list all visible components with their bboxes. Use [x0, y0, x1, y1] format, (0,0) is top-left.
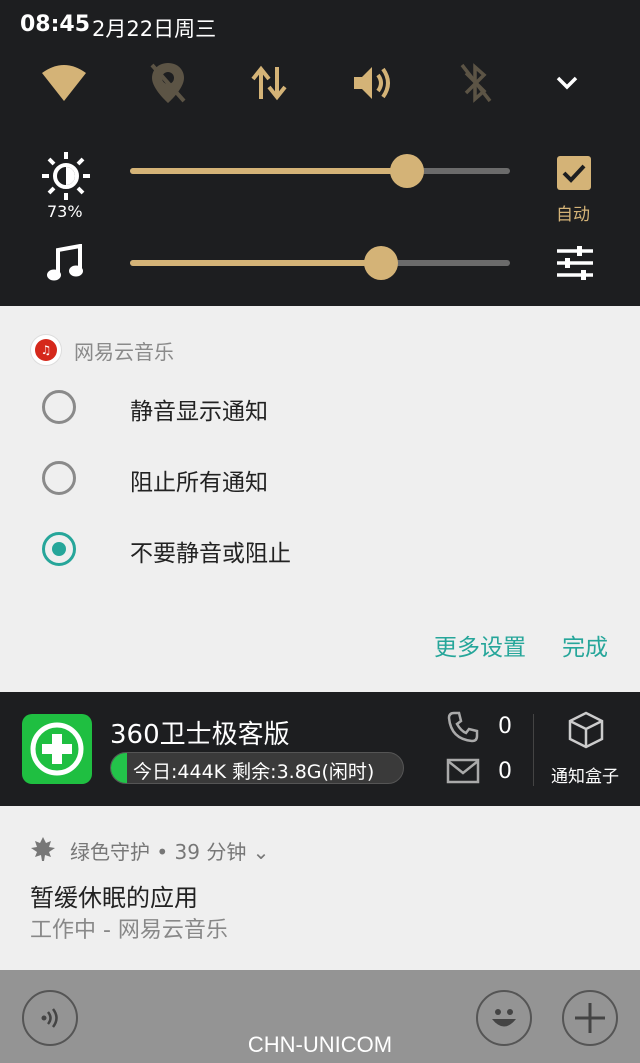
option-label: 阻止所有通知 [130, 470, 268, 496]
wifi-tile[interactable] [38, 58, 90, 108]
app-name: 网易云音乐 [74, 339, 174, 364]
brightness-slider-thumb[interactable] [390, 154, 424, 188]
brightness-percent: 73% [47, 202, 83, 221]
brightness-slider[interactable] [130, 154, 510, 188]
option-label: 不要静音或阻止 [130, 541, 291, 567]
app-header: ♫ 网易云音乐 [30, 334, 174, 366]
signal-waves-icon [41, 1008, 58, 1028]
phone-icon [447, 711, 479, 743]
notification-title: 360卫士极客版 [110, 720, 290, 750]
music-note-icon [47, 244, 83, 281]
bottom-bar: CHN-UNICOM [0, 970, 640, 1063]
data-tile[interactable] [243, 58, 295, 108]
divider [533, 714, 534, 786]
call-count: 0 [498, 714, 512, 739]
option-silent[interactable]: 静音显示通知 [42, 390, 268, 425]
media-volume-slider-thumb[interactable] [364, 246, 398, 280]
media-volume-slider-fill [130, 260, 381, 266]
quick-settings-panel: 08:45 2月22日周三 73% 自动 [0, 0, 640, 306]
wifi-icon [42, 65, 86, 101]
bluetooth-off-icon [460, 63, 492, 103]
traffic-pill: 今日:444K 剩余:3.8G(闲时) [110, 752, 404, 784]
expand-button[interactable] [541, 58, 593, 108]
carrier-label: CHN-UNICOM [247, 1032, 393, 1057]
brightness-slider-fill [130, 168, 407, 174]
status-date: 2月22日周三 [92, 17, 217, 41]
box-icon [568, 711, 604, 749]
auto-brightness-checkbox[interactable] [557, 156, 591, 190]
notification-box-label[interactable]: 通知盒子 [551, 762, 619, 787]
notification-green-guard[interactable]: 绿色守护 • 39 分钟 ⌄ 暂缓休眠的应用 工作中 - 网易云音乐 [0, 806, 640, 970]
notification-360-security[interactable]: 360卫士极客版 今日:444K 剩余:3.8G(闲时) 0 0 通知盒子 [0, 692, 640, 806]
notification-subtitle: 工作中 - 网易云音乐 [30, 918, 228, 943]
brightness-icon [42, 152, 90, 200]
traffic-text: 今日:444K 剩余:3.8G(闲时) [133, 761, 375, 783]
message-count: 0 [498, 759, 512, 784]
traffic-bar [111, 753, 127, 783]
location-tile[interactable] [142, 58, 194, 108]
mail-icon [446, 758, 480, 784]
option-block-all[interactable]: 阻止所有通知 [42, 461, 268, 496]
plus-icon [575, 1003, 605, 1033]
media-volume-slider[interactable] [130, 246, 510, 280]
status-time: 08:45 [20, 12, 91, 37]
sound-tile[interactable] [346, 58, 398, 108]
bluetooth-tile[interactable] [450, 58, 502, 108]
notification-meta: 绿色守护 • 39 分钟 ⌄ [70, 840, 270, 864]
volume-icon [354, 67, 390, 99]
done-button[interactable]: 完成 [562, 628, 608, 662]
check-icon [562, 164, 586, 183]
app-360-icon [22, 714, 92, 784]
plus-shield-icon [30, 722, 84, 776]
option-label: 静音显示通知 [130, 399, 268, 425]
notification-settings-card: ♫ 网易云音乐 静音显示通知 阻止所有通知 不要静音或阻止 更多设置 完成 [0, 306, 640, 692]
data-transfer-icon [251, 65, 287, 101]
radio-button[interactable] [42, 532, 76, 566]
tune-settings-icon[interactable] [555, 246, 595, 280]
radio-button[interactable] [42, 390, 76, 424]
more-settings-button[interactable]: 更多设置 [434, 628, 526, 662]
location-off-icon [150, 63, 186, 103]
maple-leaf-icon [31, 837, 55, 861]
auto-brightness-label: 自动 [556, 205, 590, 225]
radio-button[interactable] [42, 461, 76, 495]
netease-music-icon: ♫ [30, 334, 62, 366]
option-default[interactable]: 不要静音或阻止 [42, 532, 291, 567]
expand-icon [556, 76, 578, 90]
notification-title: 暂缓休眠的应用 [30, 884, 198, 912]
